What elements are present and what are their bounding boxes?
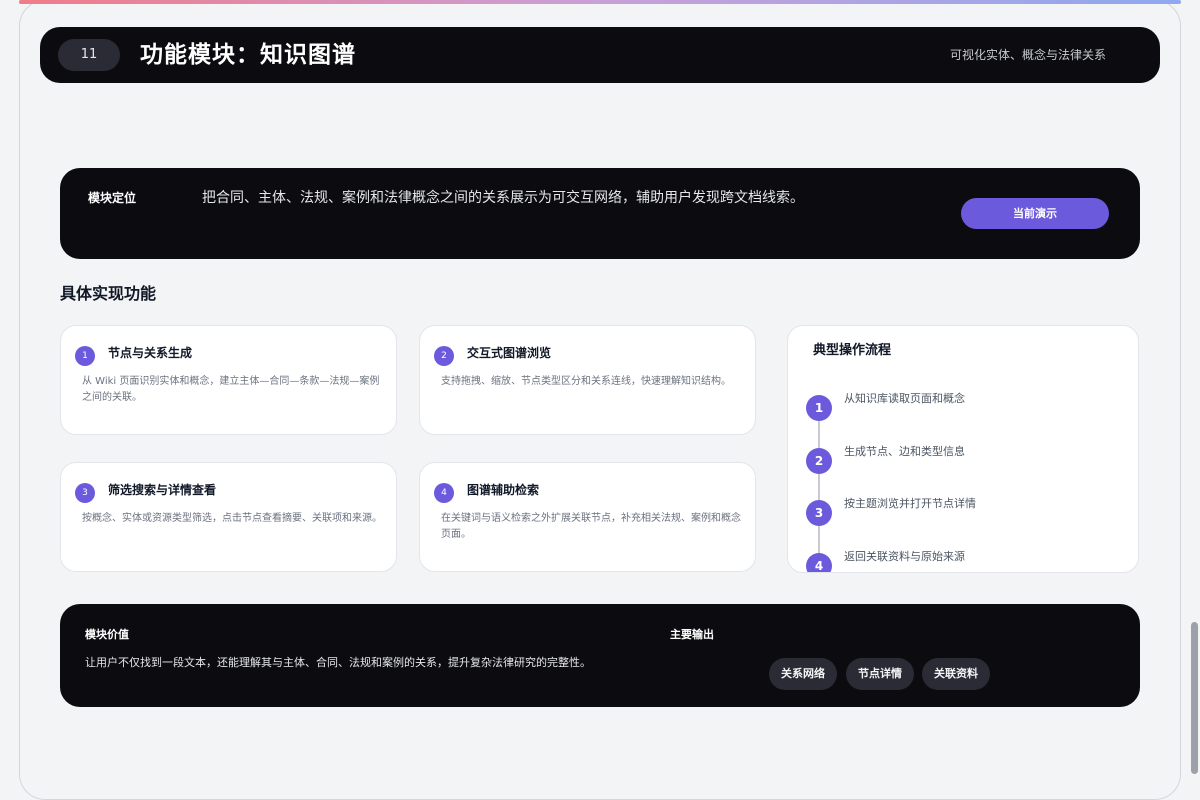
value-text: 让用户不仅找到一段文本，还能理解其与主体、合同、法规和案例的关系，提升复杂法律研… [85, 656, 591, 669]
value-label: 模块价值 [85, 628, 129, 641]
feature-number-badge: 2 [434, 346, 454, 366]
feature-card: 4 图谱辅助检索 在关键词与语义检索之外扩展关联节点，补充相关法规、案例和概念页… [419, 462, 756, 572]
feature-card: 3 筛选搜索与详情查看 按概念、实体或资源类型筛选，点击节点查看摘要、关联项和来… [60, 462, 397, 572]
feature-title: 节点与关系生成 [108, 346, 193, 360]
operation-flow-card: 典型操作流程 1 从知识库读取页面和概念 2 生成节点、边和类型信息 3 按主题… [787, 325, 1139, 573]
current-demo-button[interactable]: 当前演示 [961, 198, 1109, 229]
flow-step-text: 按主题浏览并打开节点详情 [844, 497, 976, 510]
output-tag: 关联资料 [922, 658, 990, 690]
feature-description: 支持拖拽、缩放、节点类型区分和关系连线，快速理解知识结构。 [441, 376, 731, 387]
feature-description: 按概念、实体或资源类型筛选，点击节点查看摘要、关联项和来源。 [82, 513, 382, 524]
positioning-text: 把合同、主体、法规、案例和法律概念之间的关系展示为可交互网络，辅助用户发现跨文档… [202, 190, 804, 206]
feature-number-badge: 1 [75, 346, 95, 366]
flow-step-text: 生成节点、边和类型信息 [844, 445, 965, 458]
positioning-label: 模块定位 [88, 191, 137, 205]
page-number-badge: 11 [58, 39, 120, 71]
module-value-panel: 模块价值 让用户不仅找到一段文本，还能理解其与主体、合同、法规和案例的关系，提升… [60, 604, 1140, 707]
feature-card: 2 交互式图谱浏览 支持拖拽、缩放、节点类型区分和关系连线，快速理解知识结构。 [419, 325, 756, 435]
features-section-title: 具体实现功能 [60, 284, 157, 303]
feature-title: 图谱辅助检索 [467, 483, 540, 497]
flow-step-number: 1 [806, 395, 832, 421]
top-accent-strip [19, 0, 1181, 4]
flow-title: 典型操作流程 [813, 343, 892, 358]
flow-step-number: 3 [806, 500, 832, 526]
feature-description: 从 Wiki 页面识别实体和概念，建立主体—合同—条款—法规—案例之间的关联。 [82, 376, 380, 403]
feature-card: 1 节点与关系生成 从 Wiki 页面识别实体和概念，建立主体—合同—条款—法规… [60, 325, 397, 435]
module-positioning-banner: 模块定位 把合同、主体、法规、案例和法律概念之间的关系展示为可交互网络，辅助用户… [60, 168, 1140, 259]
output-tag: 节点详情 [846, 658, 914, 690]
page-title: 功能模块：知识图谱 [140, 42, 356, 68]
flow-step-text: 从知识库读取页面和概念 [844, 392, 965, 405]
feature-title: 交互式图谱浏览 [467, 346, 552, 360]
feature-number-badge: 3 [75, 483, 95, 503]
feature-title: 筛选搜索与详情查看 [108, 483, 217, 497]
flow-step-number: 4 [806, 553, 832, 572]
scrollbar-thumb[interactable] [1191, 622, 1198, 774]
page-header: 11 功能模块：知识图谱 可视化实体、概念与法律关系 [40, 27, 1160, 83]
output-tag: 关系网络 [769, 658, 837, 690]
feature-number-badge: 4 [434, 483, 454, 503]
page-subtitle: 可视化实体、概念与法律关系 [949, 48, 1106, 62]
flow-step-text: 返回关联资料与原始来源 [844, 550, 965, 563]
outputs-label: 主要输出 [670, 628, 714, 641]
flow-connector-line [818, 406, 820, 566]
feature-description: 在关键词与语义检索之外扩展关联节点，补充相关法规、案例和概念页面。 [441, 513, 741, 540]
flow-step-number: 2 [806, 448, 832, 474]
